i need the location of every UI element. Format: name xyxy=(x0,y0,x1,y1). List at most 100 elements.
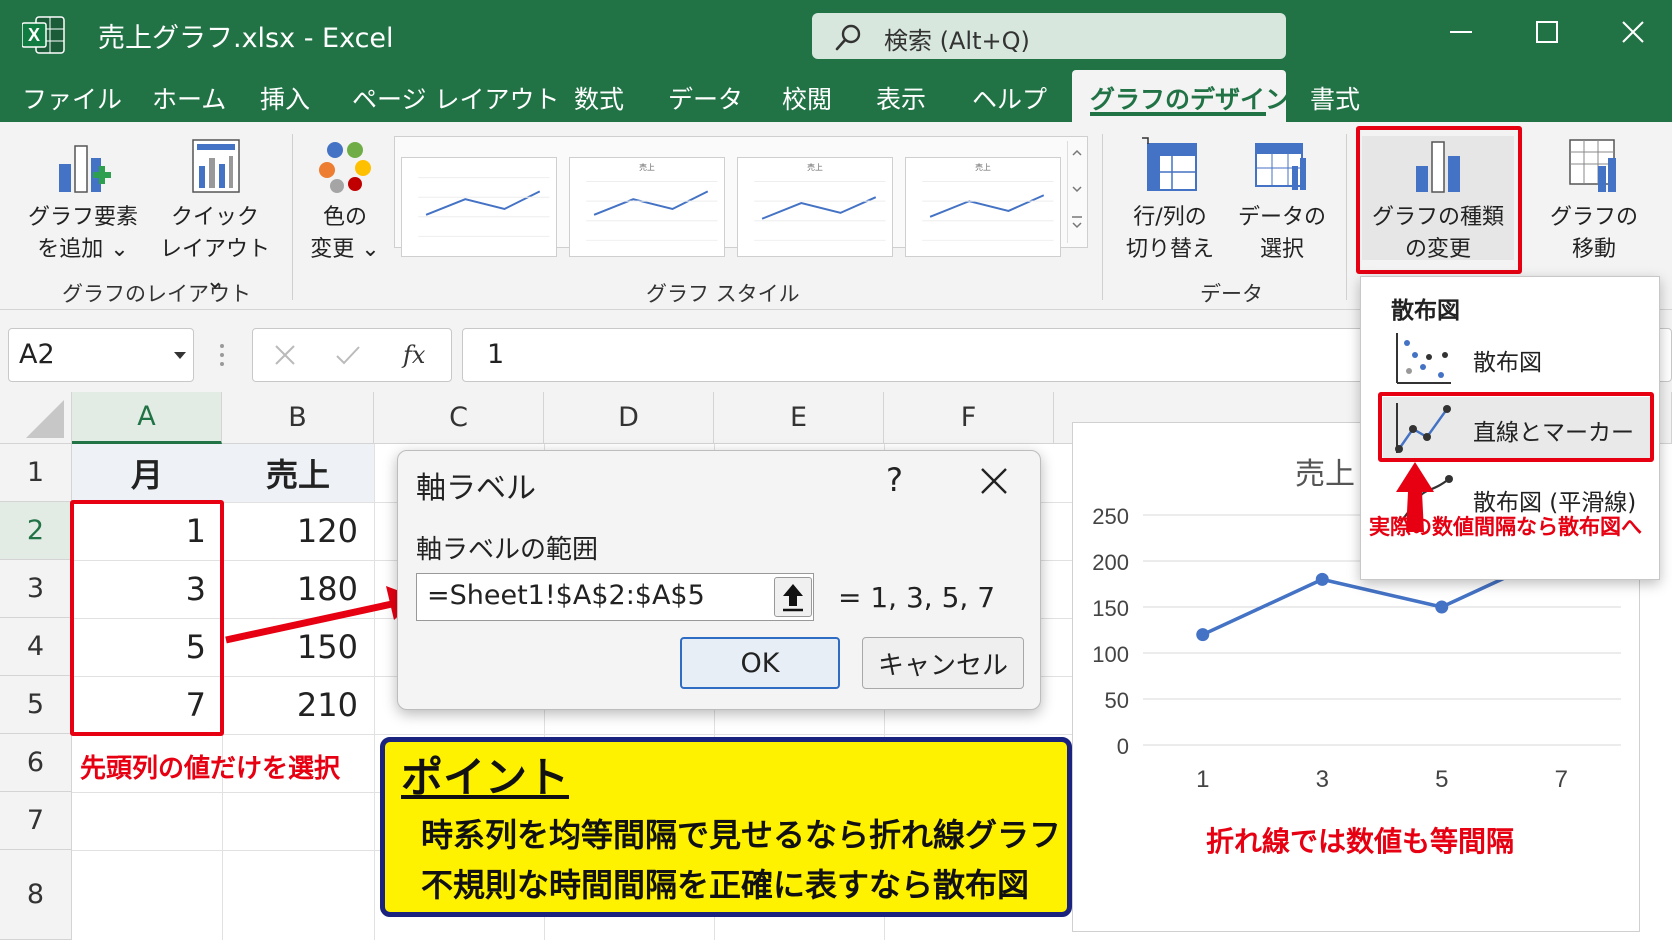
switch-row-column-icon xyxy=(1142,137,1197,191)
quick-layout-button[interactable]: クイック レイアウト ⌄ xyxy=(150,136,280,298)
minimize-button[interactable] xyxy=(1436,10,1486,54)
change-colors-button[interactable]: 色の 変更 ⌄ xyxy=(302,136,388,266)
ribbon-tab-bar: ファイル ホーム 挿入 ページ レイアウト 数式 データ 校閲 表示 ヘルプ 書… xyxy=(0,68,1672,122)
cell-b5[interactable]: 210 xyxy=(222,676,358,734)
chart-style-2[interactable]: 売上 xyxy=(569,157,725,257)
column-header-b[interactable]: B xyxy=(222,392,374,444)
change-colors-line1: 色の xyxy=(322,205,367,230)
cell-a1[interactable]: 月 xyxy=(72,444,222,502)
formula-value: 1 xyxy=(487,339,505,370)
gallery-scroll-icon xyxy=(1072,149,1082,229)
tab-formulas[interactable]: 数式 xyxy=(574,80,624,116)
row-header-6[interactable]: 6 xyxy=(0,734,72,792)
group-label-data: データ xyxy=(1200,282,1263,306)
column-header-f[interactable]: F xyxy=(884,392,1054,444)
axis-range-label: 軸ラベルの範囲 xyxy=(416,535,599,565)
scatter-markers-icon xyxy=(1396,333,1451,384)
upload-arrow-icon xyxy=(783,584,803,612)
add-chart-element-button[interactable]: グラフ要素 を追加 ⌄ xyxy=(20,136,146,266)
dialog-title: 軸ラベル xyxy=(416,471,536,506)
axis-label-dialog: 軸ラベル ? 軸ラベルの範囲 =Sheet1!$A$2:$A$5 = 1, 3,… xyxy=(397,450,1041,710)
row-header-1[interactable]: 1 xyxy=(0,444,72,502)
add-chart-element-line1: グラフ要素 xyxy=(27,205,138,230)
move-chart-button[interactable]: グラフの 移動 xyxy=(1538,136,1650,266)
chart-style-3[interactable]: 売上 xyxy=(737,157,893,257)
group-label-chart-styles: グラフ スタイル xyxy=(646,282,800,306)
window-title: 売上グラフ.xlsx - Excel xyxy=(98,23,394,54)
cancel-button[interactable]: キャンセル xyxy=(862,637,1024,689)
tab-page-layout[interactable]: ページ レイアウト xyxy=(352,80,559,116)
maximize-button[interactable] xyxy=(1522,10,1572,54)
menu-item-scatter-label: 散布図 xyxy=(1473,350,1542,376)
x-tick-label: 1 xyxy=(1196,766,1209,793)
tab-help[interactable]: ヘルプ xyxy=(972,80,1047,116)
chart-style-1[interactable] xyxy=(401,157,557,257)
tab-view[interactable]: 表示 xyxy=(876,80,926,116)
row-header-7[interactable]: 7 xyxy=(0,792,72,850)
excel-logo-icon: X xyxy=(22,16,65,54)
up-arrow-icon xyxy=(1396,462,1434,532)
chart-style-4[interactable]: 売上 xyxy=(905,157,1061,257)
column-header-a[interactable]: A xyxy=(72,392,222,444)
row-header-4[interactable]: 4 xyxy=(0,618,72,676)
dialog-close-icon[interactable] xyxy=(976,463,1012,499)
select-data-line1: データの xyxy=(1237,205,1326,230)
select-data-button[interactable]: データの 選択 xyxy=(1228,136,1336,266)
active-tab-indicator xyxy=(1090,112,1266,116)
chart-type-highlight xyxy=(1356,126,1522,274)
axis-range-input[interactable]: =Sheet1!$A$2:$A$5 xyxy=(416,573,814,621)
row-header-2[interactable]: 2 xyxy=(0,502,72,560)
y-tick-label: 0 xyxy=(1117,734,1129,759)
ribbon-separator xyxy=(292,134,293,300)
move-chart-line1: グラフの xyxy=(1549,205,1638,230)
confirm-entry-icon[interactable] xyxy=(335,343,361,367)
scatter-option-highlight xyxy=(1378,392,1654,462)
tab-data[interactable]: データ xyxy=(668,80,743,116)
svg-text:fx: fx xyxy=(401,341,426,369)
search-placeholder: 検索 (Alt+Q) xyxy=(884,27,1030,55)
row-header-8[interactable]: 8 xyxy=(0,850,72,940)
scatter-menu-header: 散布図 xyxy=(1391,298,1460,324)
tab-format[interactable]: 書式 xyxy=(1310,80,1360,116)
ok-button[interactable]: OK xyxy=(680,637,840,689)
column-header-c[interactable]: C xyxy=(374,392,544,444)
column-header-d[interactable]: D xyxy=(544,392,714,444)
chart-style-4-title: 売上 xyxy=(975,162,991,172)
quick-layout-line1: クイック xyxy=(170,205,259,230)
add-chart-element-icon xyxy=(59,145,111,193)
collapse-dialog-button[interactable] xyxy=(774,577,812,617)
gallery-scroll[interactable] xyxy=(1067,141,1085,243)
cancel-entry-icon[interactable] xyxy=(273,343,297,367)
name-box[interactable]: A2 xyxy=(8,328,194,382)
chart-style-gallery: 売上 売上 売上 xyxy=(394,136,1088,257)
tab-review[interactable]: 校閲 xyxy=(782,80,832,116)
selection-highlight-a2-a5 xyxy=(70,500,224,736)
name-box-value: A2 xyxy=(19,339,55,370)
switch-row-column-button[interactable]: 行/列の 切り替え xyxy=(1114,136,1226,266)
tab-insert[interactable]: 挿入 xyxy=(260,80,310,116)
select-all-icon xyxy=(26,400,64,438)
select-all-button[interactable] xyxy=(0,392,72,444)
tab-chart-design[interactable]: グラフのデザイン xyxy=(1072,70,1290,124)
menu-item-scatter[interactable]: 散布図 xyxy=(1383,327,1653,389)
switch-row-column-line1: 行/列の xyxy=(1133,205,1207,230)
tab-chart-design-label: グラフのデザイン xyxy=(1090,85,1291,114)
insert-function-icon[interactable]: fx xyxy=(401,339,431,371)
column-header-e[interactable]: E xyxy=(714,392,884,444)
add-chart-element-line2: を追加 ⌄ xyxy=(37,237,129,262)
tab-home[interactable]: ホーム xyxy=(152,80,226,116)
search-input[interactable]: 検索 (Alt+Q) xyxy=(812,13,1286,59)
dialog-help-button[interactable]: ? xyxy=(886,461,903,499)
row-header-3[interactable]: 3 xyxy=(0,560,72,618)
y-tick-label: 200 xyxy=(1092,550,1129,575)
tab-file[interactable]: ファイル xyxy=(22,80,122,116)
x-tick-label: 5 xyxy=(1435,766,1448,793)
y-tick-label: 250 xyxy=(1092,504,1129,529)
row-header-5[interactable]: 5 xyxy=(0,676,72,734)
close-button[interactable] xyxy=(1608,10,1658,54)
cell-b2[interactable]: 120 xyxy=(222,502,358,560)
drag-handle-icon[interactable] xyxy=(218,340,226,370)
cell-b1[interactable]: 売上 xyxy=(222,444,374,502)
axis-range-preview: = 1, 3, 5, 7 xyxy=(838,581,996,614)
move-chart-line2: 移動 xyxy=(1571,237,1616,262)
